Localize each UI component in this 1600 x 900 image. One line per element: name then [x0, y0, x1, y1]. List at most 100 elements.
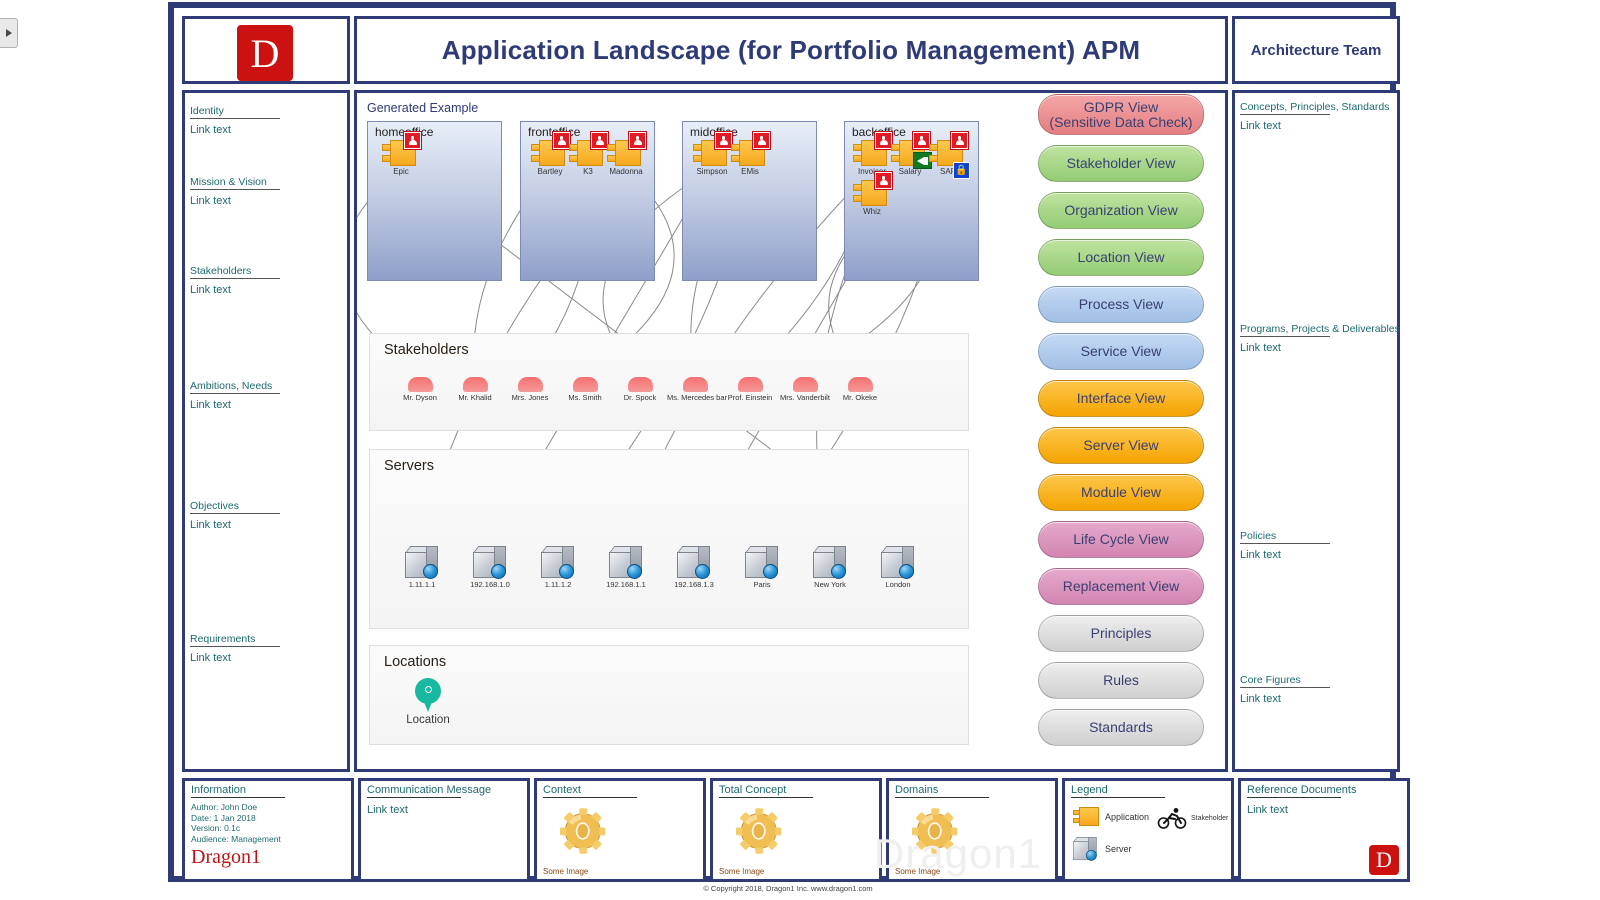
domains-panel: Domains Some Image [886, 778, 1058, 882]
sidebar-section-title: Requirements [185, 633, 353, 646]
view-button-standards[interactable]: Standards [1038, 709, 1204, 746]
view-button-life-cycle-view[interactable]: Life Cycle View [1038, 521, 1204, 558]
sidebar-section-link[interactable]: Link text [185, 190, 353, 207]
view-button-stakeholder-view[interactable]: Stakeholder View [1038, 145, 1204, 182]
application-node-Salary[interactable]: Salary [891, 140, 927, 178]
view-button-module-view[interactable]: Module View [1038, 474, 1204, 511]
server-node[interactable]: 1.11.1.1 [392, 546, 452, 589]
team-label: Architecture Team [1251, 42, 1382, 59]
locations-group: LocationsLocation [369, 645, 969, 745]
information-version: Version: 0.1c [185, 823, 351, 834]
stakeholder-label: Mrs. Vanderbilt [777, 393, 833, 402]
view-button-rules[interactable]: Rules [1038, 662, 1204, 699]
gdpr-person-badge-icon [553, 132, 570, 149]
sidebar-section-link[interactable]: Link text [185, 279, 353, 296]
view-button-principles[interactable]: Principles [1038, 615, 1204, 652]
group-title: Servers [384, 458, 434, 474]
stakeholder-node[interactable]: Mrs. Jones [502, 376, 558, 402]
sidebar-section-title: Concepts, Principles, Standards [1235, 101, 1403, 114]
gdpr-person-badge-icon [591, 132, 608, 149]
person-body-icon [573, 377, 598, 392]
stakeholder-node[interactable]: Mr. Okeke [832, 376, 888, 402]
stakeholder-node[interactable]: Mr. Khalid [447, 376, 503, 402]
application-node-EMis[interactable]: EMis [731, 140, 767, 178]
sidebar-section-title: Core Figures [1235, 674, 1403, 687]
expand-rail-button[interactable] [0, 18, 18, 48]
server-node[interactable]: 192.168.1.1 [596, 546, 656, 589]
stakeholder-label: Mr. Okeke [832, 393, 888, 402]
sidebar-section-link[interactable]: Link text [185, 394, 353, 411]
gear-icon [729, 803, 785, 859]
view-button-label: Rules [1103, 673, 1139, 688]
view-button-interface-view[interactable]: Interface View [1038, 380, 1204, 417]
person-body-icon [793, 377, 818, 392]
legend-item-server: Server [1073, 837, 1132, 861]
server-node[interactable]: 1.11.1.2 [528, 546, 588, 589]
gdpr-person-badge-icon [875, 172, 892, 189]
server-label: New York [800, 580, 860, 589]
stakeholder-label: Dr. Spock [612, 393, 668, 402]
application-label: EMis [725, 167, 775, 176]
view-button-label: Principles [1091, 626, 1152, 641]
view-button-replacement-view[interactable]: Replacement View [1038, 568, 1204, 605]
server-node[interactable]: 192.168.1.0 [460, 546, 520, 589]
application-node-SAP[interactable]: SAP🔒 [929, 140, 965, 178]
stakeholder-label: Prof. Einstein [722, 393, 778, 402]
application-node-Madonna[interactable]: Madonna [607, 140, 643, 178]
sidebar-section-link[interactable]: Link text [1235, 115, 1403, 132]
server-icon [745, 546, 779, 578]
bottom-panels: Information Author: John Doe Date: 1 Jan… [182, 778, 1400, 882]
reference-link[interactable]: Link text [1241, 798, 1407, 816]
gdpr-person-badge-icon [404, 132, 421, 149]
application-node-K3[interactable]: K3 [569, 140, 605, 178]
stakeholder-node[interactable]: Dr. Spock [612, 376, 668, 402]
application-node-Bartley[interactable]: Bartley [531, 140, 567, 178]
communication-link[interactable]: Link text [361, 798, 527, 816]
stakeholder-node[interactable]: Mrs. Vanderbilt [777, 376, 833, 402]
view-button-label: Location View [1078, 250, 1165, 265]
sidebar-section-link[interactable]: Link text [185, 119, 353, 136]
server-icon [1073, 837, 1099, 861]
stakeholder-node[interactable]: Ms. Smith [557, 376, 613, 402]
view-button-label: Process View [1079, 297, 1164, 312]
sidebar-section-link[interactable]: Link text [1235, 544, 1403, 561]
sidebar-section-link[interactable]: Link text [185, 647, 353, 664]
information-date: Date: 1 Jan 2018 [185, 813, 351, 824]
application-node-Whiz[interactable]: Whiz [853, 180, 889, 218]
stakeholder-node[interactable]: Ms. Mercedes bar [667, 376, 723, 402]
view-button-organization-view[interactable]: Organization View [1038, 192, 1204, 229]
sidebar-section-link[interactable]: Link text [1235, 337, 1403, 354]
sidebar-section: Core FiguresLink text [1235, 674, 1403, 705]
view-button-gdpr-view[interactable]: GDPR View(Sensitive Data Check) [1038, 94, 1204, 135]
server-node[interactable]: 192.168.1.3 [664, 546, 724, 589]
stakeholder-node[interactable]: Mr. Dyson [392, 376, 448, 402]
sidebar-section: Mission & VisionLink text [185, 176, 353, 207]
divider [719, 797, 813, 798]
sidebar-section-link[interactable]: Link text [185, 514, 353, 531]
server-icon [677, 546, 711, 578]
application-node-Simpson[interactable]: Simpson [693, 140, 729, 178]
view-button-label: Replacement View [1063, 579, 1179, 594]
servers-group: Servers1.11.1.1192.168.1.01.11.1.2192.16… [369, 449, 969, 629]
view-button-location-view[interactable]: Location View [1038, 239, 1204, 276]
server-node[interactable]: Paris [732, 546, 792, 589]
gdpr-person-badge-icon [875, 132, 892, 149]
location-node[interactable]: Location [396, 678, 460, 726]
total-concept-caption: Some Image [719, 867, 764, 876]
view-button-label: Life Cycle View [1073, 532, 1168, 547]
stakeholder-node[interactable]: Prof. Einstein [722, 376, 778, 402]
sidebar-section: Programs, Projects & DeliverablesLink te… [1235, 323, 1403, 354]
server-icon [609, 546, 643, 578]
sidebar-section-title: Programs, Projects & Deliverables [1235, 323, 1403, 336]
server-node[interactable]: London [868, 546, 928, 589]
view-button-process-view[interactable]: Process View [1038, 286, 1204, 323]
server-node[interactable]: New York [800, 546, 860, 589]
view-button-label: GDPR View(Sensitive Data Check) [1049, 100, 1192, 130]
view-button-service-view[interactable]: Service View [1038, 333, 1204, 370]
application-label: Epic [376, 167, 426, 176]
server-label: 1.11.1.1 [392, 580, 452, 589]
application-node-Epic[interactable]: Epic [382, 140, 418, 178]
view-button-server-view[interactable]: Server View [1038, 427, 1204, 464]
stakeholder-label: Mrs. Jones [502, 393, 558, 402]
sidebar-section-link[interactable]: Link text [1235, 688, 1403, 705]
